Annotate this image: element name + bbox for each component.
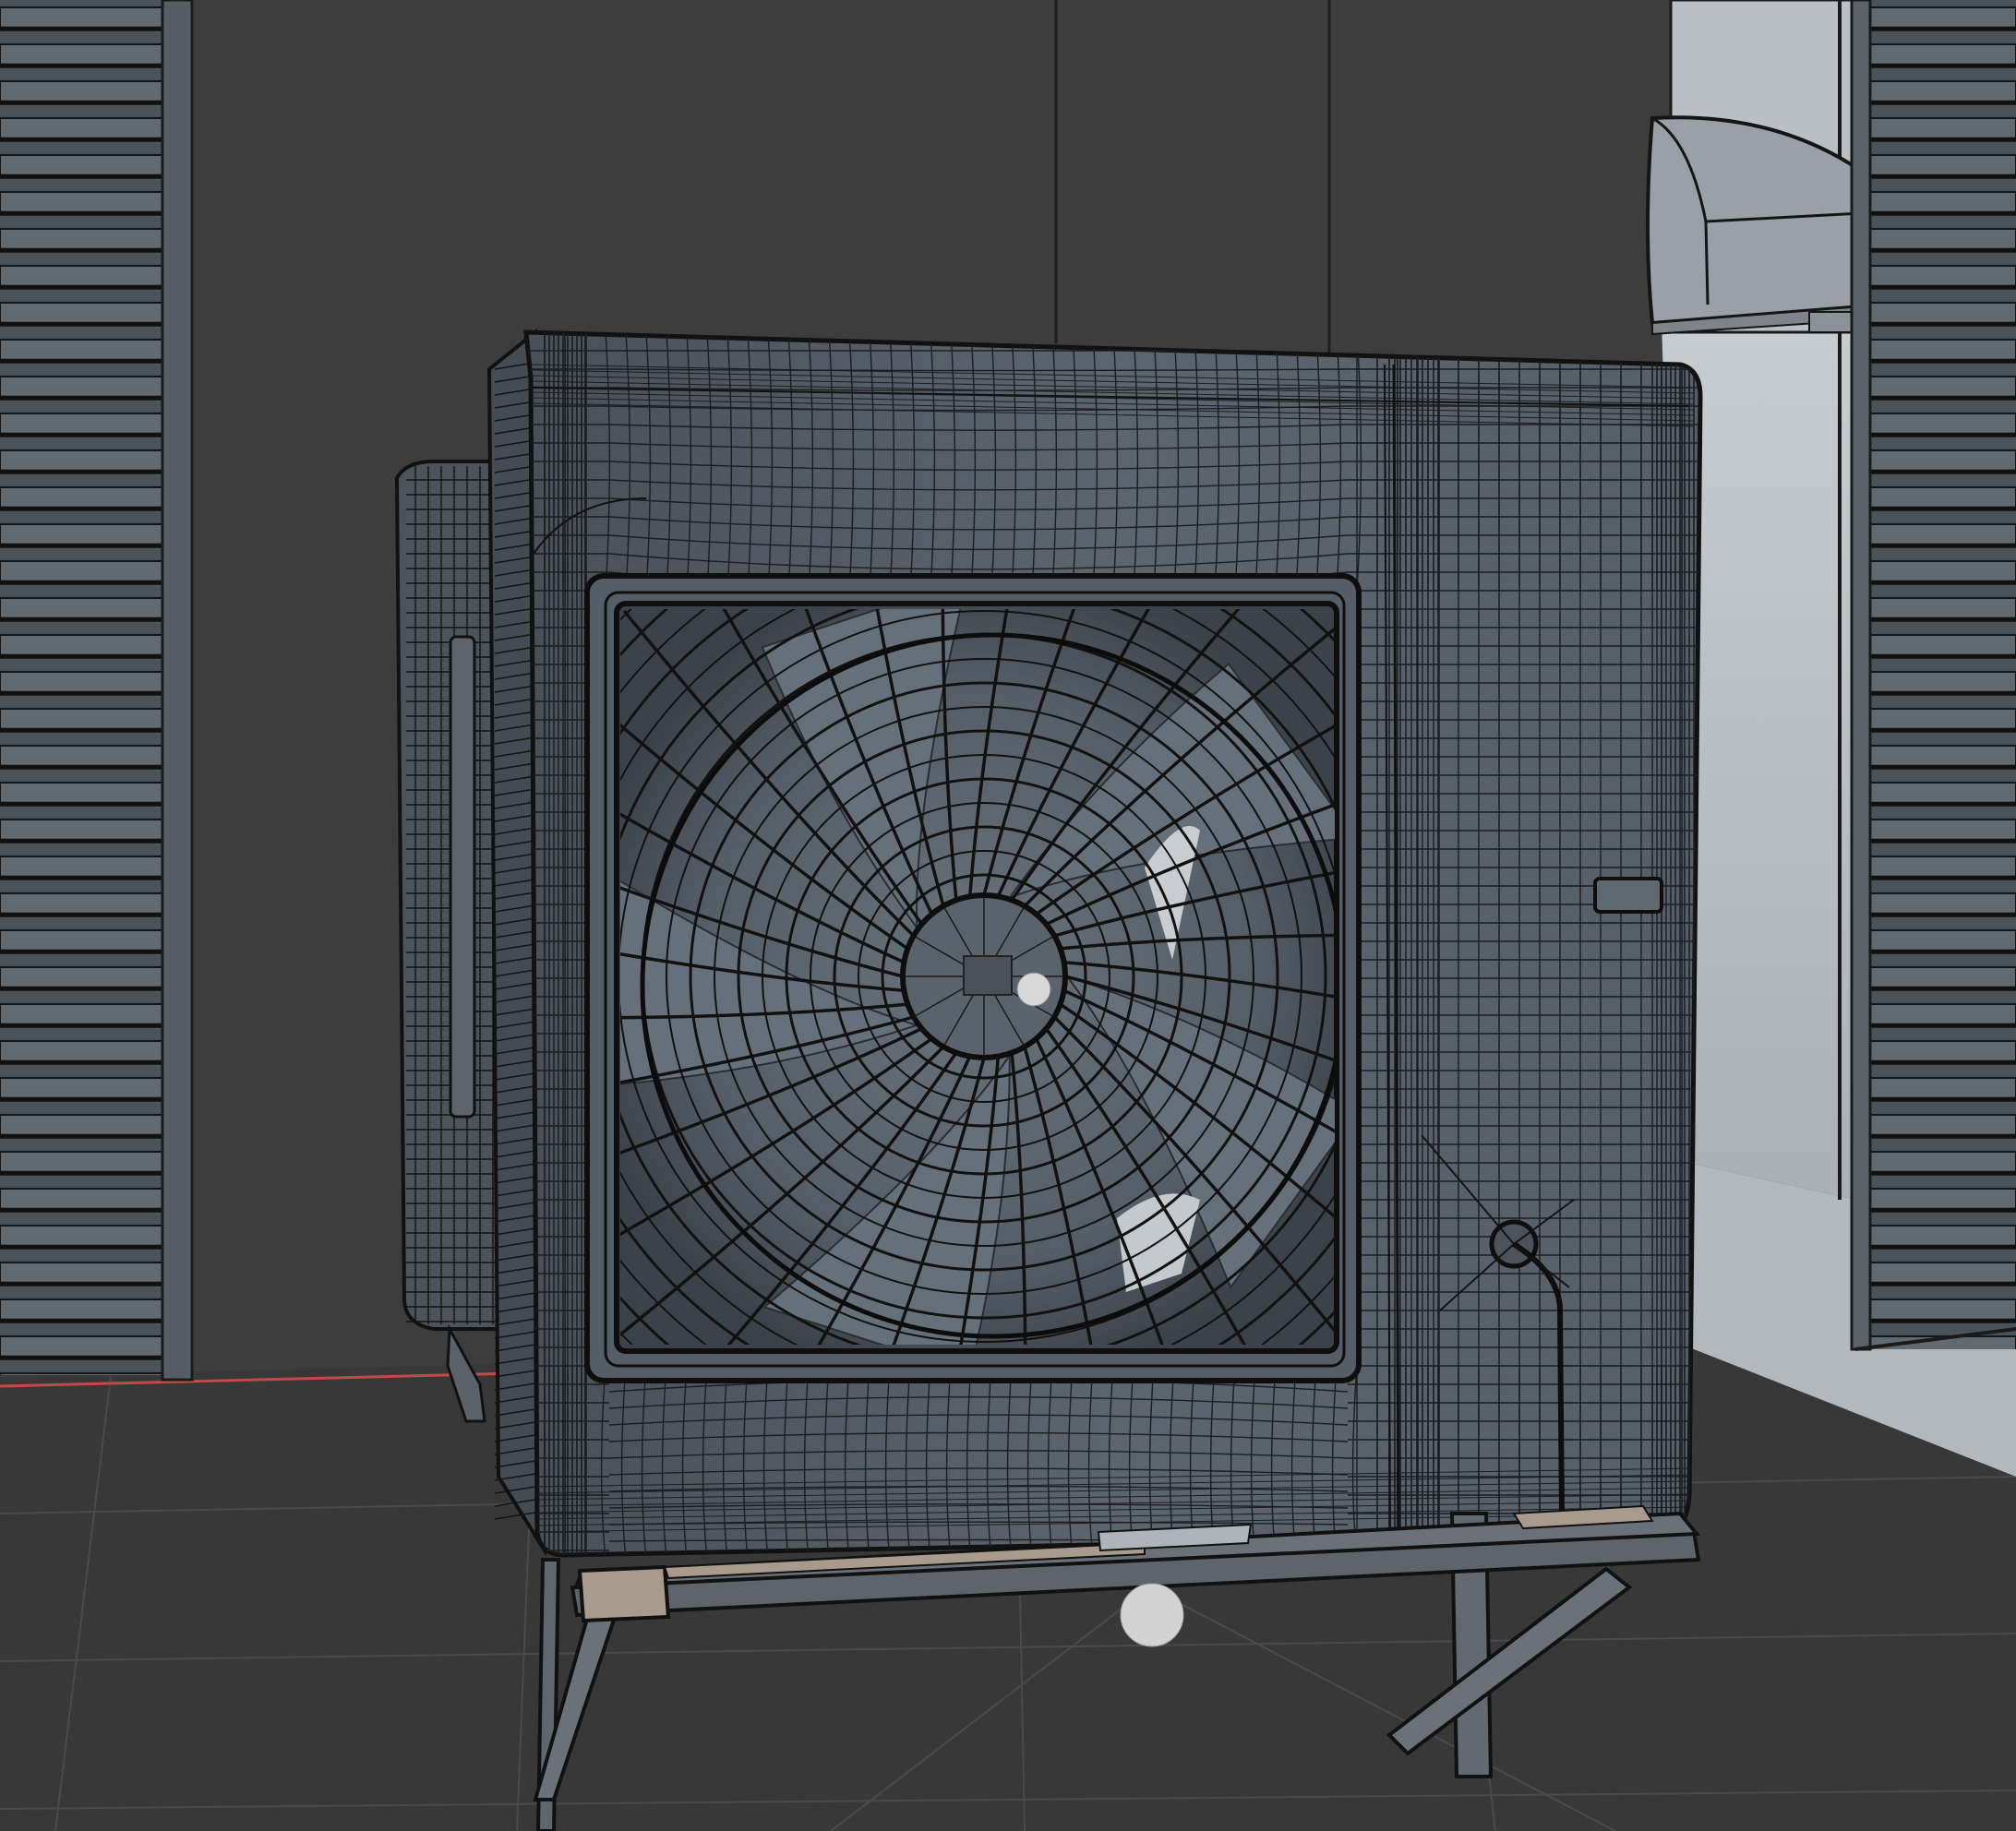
left-louver-panel [0, 0, 177, 1375]
3d-viewport[interactable] [0, 0, 2016, 1831]
light-origin-dot[interactable] [1120, 1583, 1184, 1647]
object-origin-dot[interactable] [1016, 972, 1051, 1007]
ac-side-vent [1593, 877, 1663, 914]
scene-canvas[interactable] [0, 0, 2016, 1831]
right-louver-panel [1855, 0, 2016, 1349]
